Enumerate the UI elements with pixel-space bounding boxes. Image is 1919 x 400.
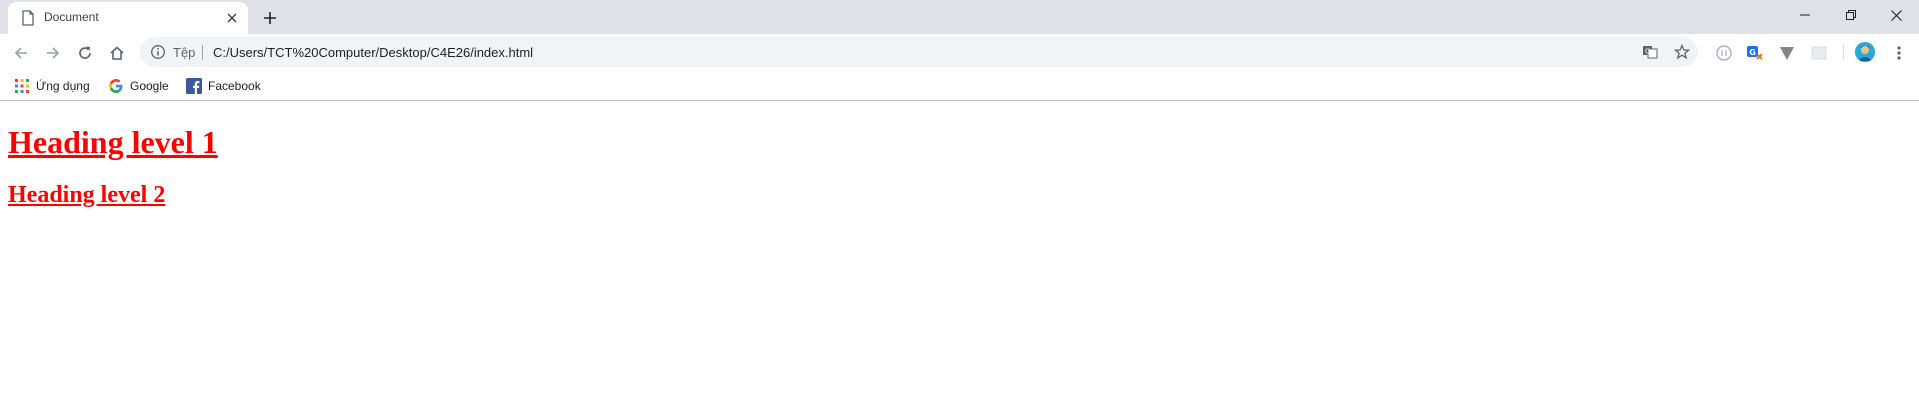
bookmark-label: Facebook	[208, 79, 261, 93]
bookmark-facebook[interactable]: Facebook	[186, 77, 261, 95]
url-text[interactable]: C:/Users/TCT%20Computer/Desktop/C4E26/in…	[213, 45, 533, 60]
extension-translate-icon[interactable]: G	[1746, 44, 1764, 62]
bookmark-apps[interactable]: Ứng dụng	[14, 77, 90, 95]
svg-text:G: G	[1749, 48, 1756, 57]
home-icon[interactable]	[104, 40, 130, 66]
tab-strip: Document	[0, 0, 1919, 34]
arrow-left-icon[interactable]	[8, 40, 34, 66]
more-vertical-icon[interactable]	[1886, 40, 1912, 66]
address-bar[interactable]: Tệp C:/Users/TCT%20Computer/Desktop/C4E2…	[140, 37, 1698, 67]
svg-text:G: G	[1645, 48, 1650, 56]
toolbar-divider	[1843, 44, 1844, 60]
close-icon[interactable]	[224, 10, 240, 26]
extension-square-icon[interactable]	[1810, 44, 1828, 62]
translate-icon[interactable]: G	[1642, 44, 1658, 60]
toolbar: Tệp C:/Users/TCT%20Computer/Desktop/C4E2…	[0, 34, 1919, 71]
plus-icon[interactable]	[258, 6, 282, 30]
facebook-icon	[186, 78, 202, 94]
extension-v-icon[interactable]	[1778, 44, 1796, 62]
tab-title: Document	[44, 10, 99, 24]
reload-icon[interactable]	[72, 40, 98, 66]
scheme-divider	[202, 45, 203, 60]
arrow-right-icon[interactable]	[40, 40, 66, 66]
info-icon[interactable]	[150, 44, 166, 60]
document-icon	[21, 10, 35, 26]
restore-icon[interactable]	[1828, 0, 1874, 30]
google-icon	[108, 78, 124, 94]
bookmarks-bar: Ứng dụng Google Facebook	[0, 71, 1919, 101]
url-scheme-label: Tệp	[173, 45, 196, 60]
bookmark-label: Ứng dụng	[36, 79, 90, 93]
tab-document[interactable]: Document	[8, 2, 248, 34]
bookmark-google[interactable]: Google	[108, 77, 169, 95]
bookmark-label: Google	[130, 79, 169, 93]
minimize-icon[interactable]	[1782, 0, 1828, 30]
heading-level-1: Heading level 1	[8, 124, 218, 160]
window-close-icon[interactable]	[1873, 0, 1919, 30]
star-icon[interactable]	[1673, 43, 1691, 60]
extension-circle-icon[interactable]	[1715, 44, 1733, 62]
apps-grid-icon	[14, 78, 30, 94]
page-content: Heading level 1 Heading level 2	[0, 102, 1919, 400]
avatar-icon[interactable]	[1855, 42, 1875, 62]
heading-level-2: Heading level 2	[8, 182, 166, 208]
